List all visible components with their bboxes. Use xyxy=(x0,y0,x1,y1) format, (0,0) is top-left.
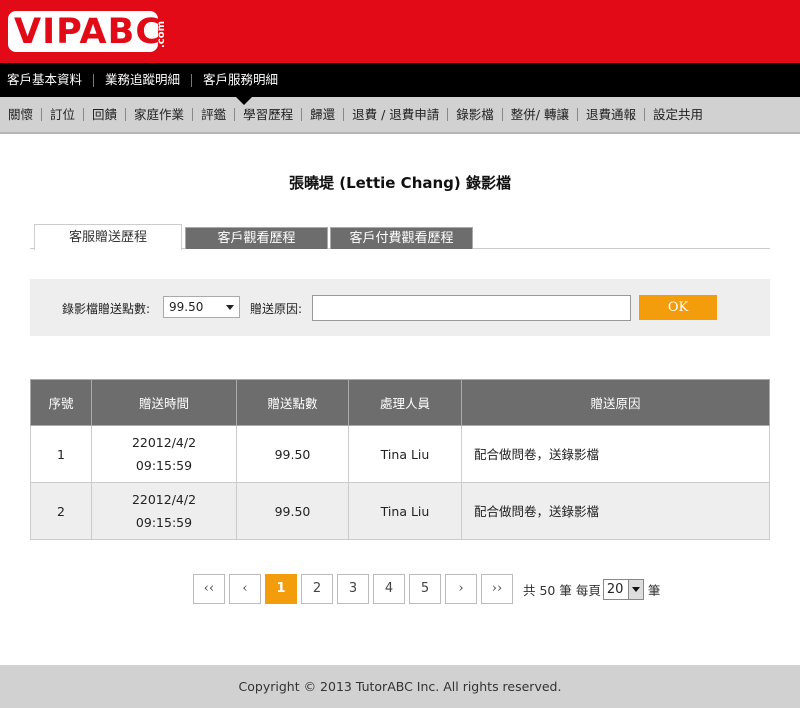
cell-reason: 配合做問卷，送錄影檔 xyxy=(461,482,770,540)
total-count-text: 共 50 筆 每頁 xyxy=(523,582,601,598)
per-page-unit: 筆 xyxy=(647,582,661,598)
logo-text: VIPABC xyxy=(14,12,162,52)
gift-form: 錄影檔贈送點數: 99.50 贈送原因: OK xyxy=(30,279,770,336)
pagination: ‹‹ ‹ 1 2 3 4 5 › ›› 共 50 筆 每頁 20 筆 xyxy=(193,574,660,604)
nav-customer-service[interactable]: 客戶服務明細 xyxy=(196,73,285,87)
page-button-1[interactable]: 1 xyxy=(265,574,297,604)
tab-bar: 客服贈送歷程 客戶觀看歷程 客戶付費觀看歷程 xyxy=(30,224,770,250)
nav-divider xyxy=(191,73,193,87)
subnav-homework[interactable]: 家庭作業 xyxy=(126,107,192,122)
subnav-booking[interactable]: 訂位 xyxy=(42,107,83,122)
cell-points: 99.50 xyxy=(236,425,349,483)
subnav-shared-settings[interactable]: 設定共用 xyxy=(645,107,711,122)
nav-divider xyxy=(93,73,95,87)
cell-staff: Tina Liu xyxy=(348,425,462,483)
col-header-staff: 處理人員 xyxy=(348,379,462,426)
page-button-3[interactable]: 3 xyxy=(337,574,369,604)
page-button-2[interactable]: 2 xyxy=(301,574,333,604)
nav-sales-tracking[interactable]: 業務追蹤明細 xyxy=(98,73,187,87)
col-header-index: 序號 xyxy=(30,379,92,426)
subnav-care[interactable]: 關懷 xyxy=(0,107,41,122)
subnav-evaluation[interactable]: 評鑑 xyxy=(193,107,234,122)
header-bar: VIPABC .com xyxy=(0,0,800,63)
subnav-recordings[interactable]: 錄影檔 xyxy=(448,107,502,122)
nav-customer-info[interactable]: 客戶基本資料 xyxy=(0,73,89,87)
table-header-row: 序號 贈送時間 贈送點數 處理人員 贈送原因 xyxy=(30,379,770,426)
subnav-refund[interactable]: 退費 / 退費申請 xyxy=(344,107,447,122)
per-page-value: 20 xyxy=(606,581,624,597)
chevron-down-icon xyxy=(226,305,234,310)
tab-paid-view-history[interactable]: 客戶付費觀看歷程 xyxy=(330,227,473,249)
col-header-time: 贈送時間 xyxy=(91,379,237,426)
logo-suffix: .com xyxy=(156,20,167,48)
subnav-merge-transfer[interactable]: 整併/ 轉讓 xyxy=(503,107,577,122)
prev-page-button[interactable]: ‹ xyxy=(229,574,261,604)
first-page-button[interactable]: ‹‹ xyxy=(193,574,225,604)
cell-time: 22012/4/2 09:15:59 xyxy=(91,425,237,483)
per-page-select[interactable]: 20 xyxy=(602,578,644,600)
cell-reason: 配合做問卷，送錄影檔 xyxy=(461,425,770,483)
tab-service-gift-history[interactable]: 客服贈送歷程 xyxy=(34,224,182,250)
logo[interactable]: VIPABC xyxy=(8,11,161,52)
gift-history-table: 序號 贈送時間 贈送點數 處理人員 贈送原因 1 22012/4/2 09:15:… xyxy=(30,379,770,540)
cell-date: 22012/4/2 xyxy=(131,435,197,450)
table-row: 2 22012/4/2 09:15:59 99.50 Tina Liu 配合做問卷… xyxy=(30,482,770,540)
page-title: 張曉堤 (Lettie Chang) 錄影檔 xyxy=(289,174,511,192)
col-header-reason: 贈送原因 xyxy=(461,379,770,426)
subnav-return[interactable]: 歸還 xyxy=(302,107,343,122)
subnav-feedback[interactable]: 回饋 xyxy=(84,107,125,122)
col-header-points: 贈送點數 xyxy=(236,379,349,426)
points-select-value: 99.50 xyxy=(169,300,204,314)
page-button-5[interactable]: 5 xyxy=(409,574,441,604)
page-button-4[interactable]: 4 xyxy=(373,574,405,604)
cell-time: 22012/4/2 09:15:59 xyxy=(91,482,237,540)
ok-button[interactable]: OK xyxy=(639,295,717,320)
tab-customer-view-history[interactable]: 客戶觀看歷程 xyxy=(185,227,328,249)
active-nav-caret-icon xyxy=(236,97,252,105)
cell-clock: 09:15:59 xyxy=(135,515,193,530)
points-label: 錄影檔贈送點數: xyxy=(62,302,151,316)
cell-index: 2 xyxy=(30,482,92,540)
cell-points: 99.50 xyxy=(236,482,349,540)
secondary-nav: 關懷 訂位 回饋 家庭作業 評鑑 學習歷程 歸還 退費 / 退費申請 錄影檔 整… xyxy=(0,97,800,134)
primary-nav: 客戶基本資料 業務追蹤明細 客戶服務明細 xyxy=(0,63,800,105)
cell-index: 1 xyxy=(30,425,92,483)
table-row: 1 22012/4/2 09:15:59 99.50 Tina Liu 配合做問卷… xyxy=(30,425,770,483)
footer: Copyright © 2013 TutorABC Inc. All right… xyxy=(0,665,800,708)
points-select[interactable]: 99.50 xyxy=(163,296,240,318)
last-page-button[interactable]: ›› xyxy=(481,574,513,604)
copyright-text: Copyright © 2013 TutorABC Inc. All right… xyxy=(238,679,562,694)
cell-date: 22012/4/2 xyxy=(131,492,197,507)
reason-label: 贈送原因: xyxy=(250,302,303,316)
chevron-down-icon xyxy=(627,579,643,599)
subnav-learning-history[interactable]: 學習歷程 xyxy=(235,107,301,122)
cell-staff: Tina Liu xyxy=(348,482,462,540)
subnav-refund-notice[interactable]: 退費通報 xyxy=(578,107,644,122)
reason-input[interactable] xyxy=(312,295,631,321)
next-page-button[interactable]: › xyxy=(445,574,477,604)
cell-clock: 09:15:59 xyxy=(135,458,193,473)
